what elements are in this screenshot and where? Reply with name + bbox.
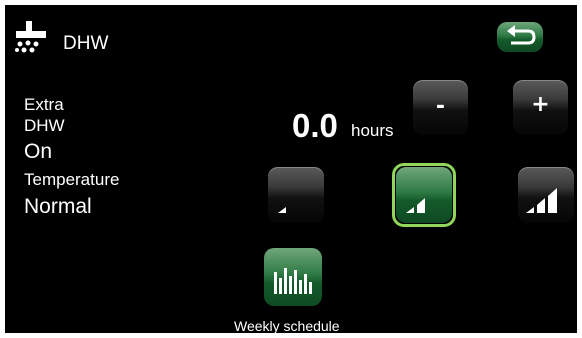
hours-unit: hours [351,121,394,140]
temperature-value: Normal [24,195,92,218]
temperature-low-button[interactable] [268,167,324,223]
screen: DHW Extra DHW On 0.0 hours - + Temperatu… [5,5,577,333]
hours-value: 0.0 [292,107,338,144]
bar-chart-icon [274,268,312,294]
decrease-hours-button[interactable]: - [413,80,468,135]
weekly-schedule-label: Weekly schedule [234,318,340,333]
back-button[interactable] [497,22,543,52]
extra-dhw-label-1: Extra [24,95,64,114]
temperature-label: Temperature [24,170,120,189]
shower-icon [12,19,56,55]
increase-hours-button[interactable]: + [513,80,568,135]
plus-icon: + [531,92,550,117]
level-normal-icon [406,198,425,213]
temperature-high-button[interactable] [518,167,574,223]
temperature-normal-button[interactable] [396,167,452,223]
extra-dhw-label-2: DHW [24,116,65,135]
page-title: DHW [63,33,109,54]
weekly-schedule-button[interactable] [264,248,322,306]
back-arrow-icon [507,25,536,45]
level-low-icon [278,207,286,213]
level-high-icon [526,188,557,213]
minus-icon: - [435,94,446,119]
extra-dhw-state: On [24,140,53,163]
